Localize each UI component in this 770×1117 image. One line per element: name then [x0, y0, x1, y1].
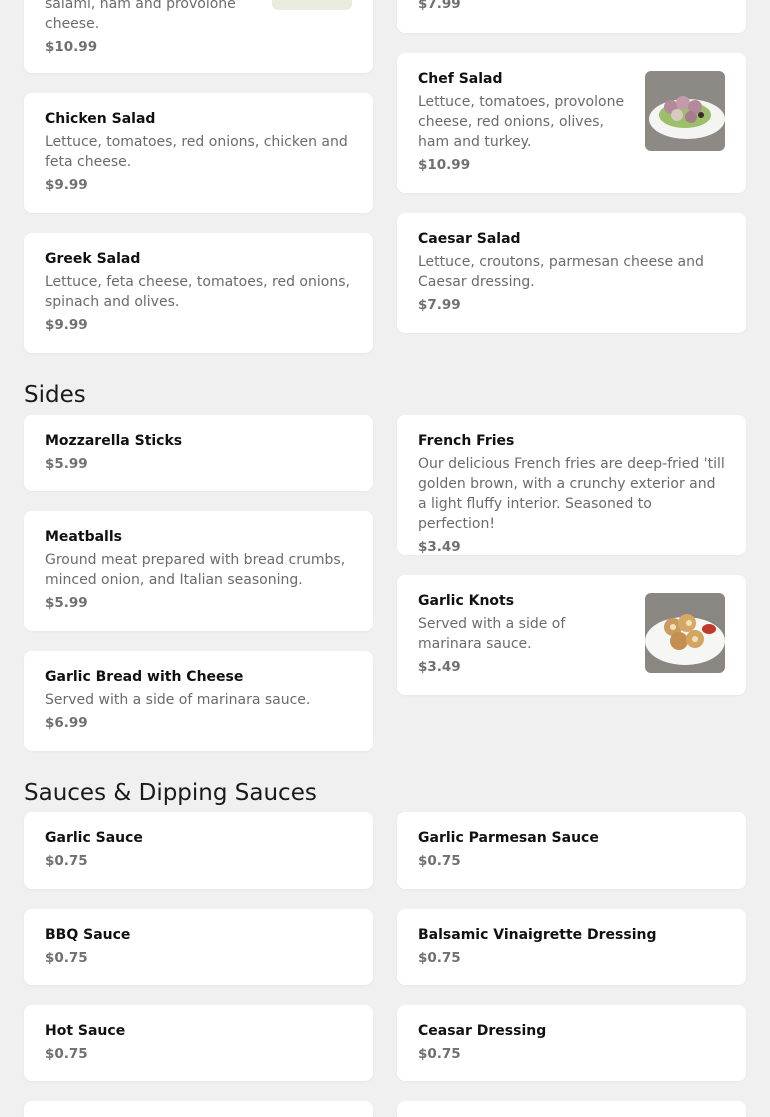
item-price: $9.99	[45, 317, 88, 333]
item-name: Ceasar Dressing	[418, 1023, 547, 1039]
item-description: Lettuce, feta cheese, tomatoes, red onio…	[45, 274, 350, 310]
item-price: $3.49	[418, 539, 461, 555]
menu-item-card-garlic-sauce[interactable]: Garlic Sauce $0.75	[24, 812, 373, 889]
item-description: salami, ham and provolone cheese.	[45, 0, 236, 32]
item-name: Chef Salad	[418, 71, 503, 87]
item-photo	[272, 0, 352, 10]
item-name: Hot Sauce	[45, 1023, 126, 1039]
item-name: Balsamic Vinaigrette Dressing	[418, 927, 657, 943]
menu-item-card-caesar-salad[interactable]: Caesar Salad Lettuce, croutons, parmesan…	[397, 213, 746, 333]
menu-item-card-balsamic-dressing[interactable]: Balsamic Vinaigrette Dressing $0.75	[397, 909, 746, 985]
item-price: $0.75	[45, 950, 88, 966]
item-price: $0.75	[45, 853, 88, 869]
item-name: Chicken Salad	[45, 111, 156, 127]
menu-item-card-mozzarella-sticks[interactable]: Mozzarella Sticks $5.99	[24, 415, 373, 491]
section-title-sides: Sides	[24, 382, 86, 408]
menu-item-card-chicken-salad[interactable]: Chicken Salad Lettuce, tomatoes, red oni…	[24, 93, 373, 213]
item-name: Greek Salad	[45, 251, 141, 267]
item-price: $0.75	[418, 950, 461, 966]
menu-item-card-partial-bottom-right[interactable]	[397, 1101, 746, 1117]
item-description: Lettuce, tomatoes, provolone cheese, red…	[418, 94, 625, 150]
menu-item-card-partial-left[interactable]: salami, ham and provolone cheese. $10.99	[24, 0, 373, 73]
item-description: Our delicious French fries are deep-frie…	[418, 456, 725, 532]
item-name: Meatballs	[45, 529, 122, 545]
item-price: $5.99	[45, 456, 88, 472]
item-name: Garlic Knots	[418, 593, 515, 609]
garlic-knots-photo	[645, 593, 725, 673]
menu-item-card-bbq-sauce[interactable]: BBQ Sauce $0.75	[24, 909, 373, 985]
item-name: Garlic Parmesan Sauce	[418, 830, 599, 846]
item-description: Served with a side of marinara sauce.	[45, 692, 311, 708]
item-price: $0.75	[418, 853, 461, 869]
menu-item-card-partial-right[interactable]: $7.99	[397, 0, 746, 33]
menu-item-card-meatballs[interactable]: Meatballs Ground meat prepared with brea…	[24, 511, 373, 631]
menu-item-card-ceasar-dressing[interactable]: Ceasar Dressing $0.75	[397, 1005, 746, 1081]
item-description: Ground meat prepared with bread crumbs, …	[45, 552, 346, 588]
item-price: $10.99	[418, 157, 471, 173]
menu-item-card-garlic-knots[interactable]: Garlic Knots Served with a side of marin…	[397, 575, 746, 695]
section-title-sauces: Sauces & Dipping Sauces	[24, 780, 317, 806]
menu-item-card-french-fries[interactable]: French Fries Our delicious French fries …	[397, 415, 746, 555]
menu-item-card-greek-salad[interactable]: Greek Salad Lettuce, feta cheese, tomato…	[24, 233, 373, 353]
menu-page: salami, ham and provolone cheese. $10.99…	[0, 0, 770, 1117]
item-name: Mozzarella Sticks	[45, 433, 183, 449]
item-price: $0.75	[418, 1046, 461, 1062]
menu-item-card-garlic-parmesan-sauce[interactable]: Garlic Parmesan Sauce $0.75	[397, 812, 746, 889]
menu-item-card-hot-sauce[interactable]: Hot Sauce $0.75	[24, 1005, 373, 1081]
item-price: $7.99	[418, 0, 461, 12]
item-price: $3.49	[418, 659, 461, 675]
item-price: $9.99	[45, 177, 88, 193]
item-price: $0.75	[45, 1046, 88, 1062]
item-price: $7.99	[418, 297, 461, 313]
item-description: Served with a side of marinara sauce.	[418, 616, 566, 652]
menu-item-card-chef-salad[interactable]: Chef Salad Lettuce, tomatoes, provolone …	[397, 53, 746, 193]
item-price: $10.99	[45, 39, 98, 55]
item-description: Lettuce, tomatoes, red onions, chicken a…	[45, 134, 348, 170]
menu-item-card-partial-bottom-left[interactable]	[24, 1101, 373, 1117]
item-name: Garlic Bread with Cheese	[45, 669, 244, 685]
item-name: BBQ Sauce	[45, 927, 131, 943]
chef-salad-photo	[645, 71, 725, 151]
item-price: $5.99	[45, 595, 88, 611]
item-description: Lettuce, croutons, parmesan cheese and C…	[418, 254, 704, 290]
item-name: French Fries	[418, 433, 515, 449]
menu-item-card-garlic-bread[interactable]: Garlic Bread with Cheese Served with a s…	[24, 651, 373, 751]
item-name: Caesar Salad	[418, 231, 521, 247]
item-name: Garlic Sauce	[45, 830, 143, 846]
item-price: $6.99	[45, 715, 88, 731]
